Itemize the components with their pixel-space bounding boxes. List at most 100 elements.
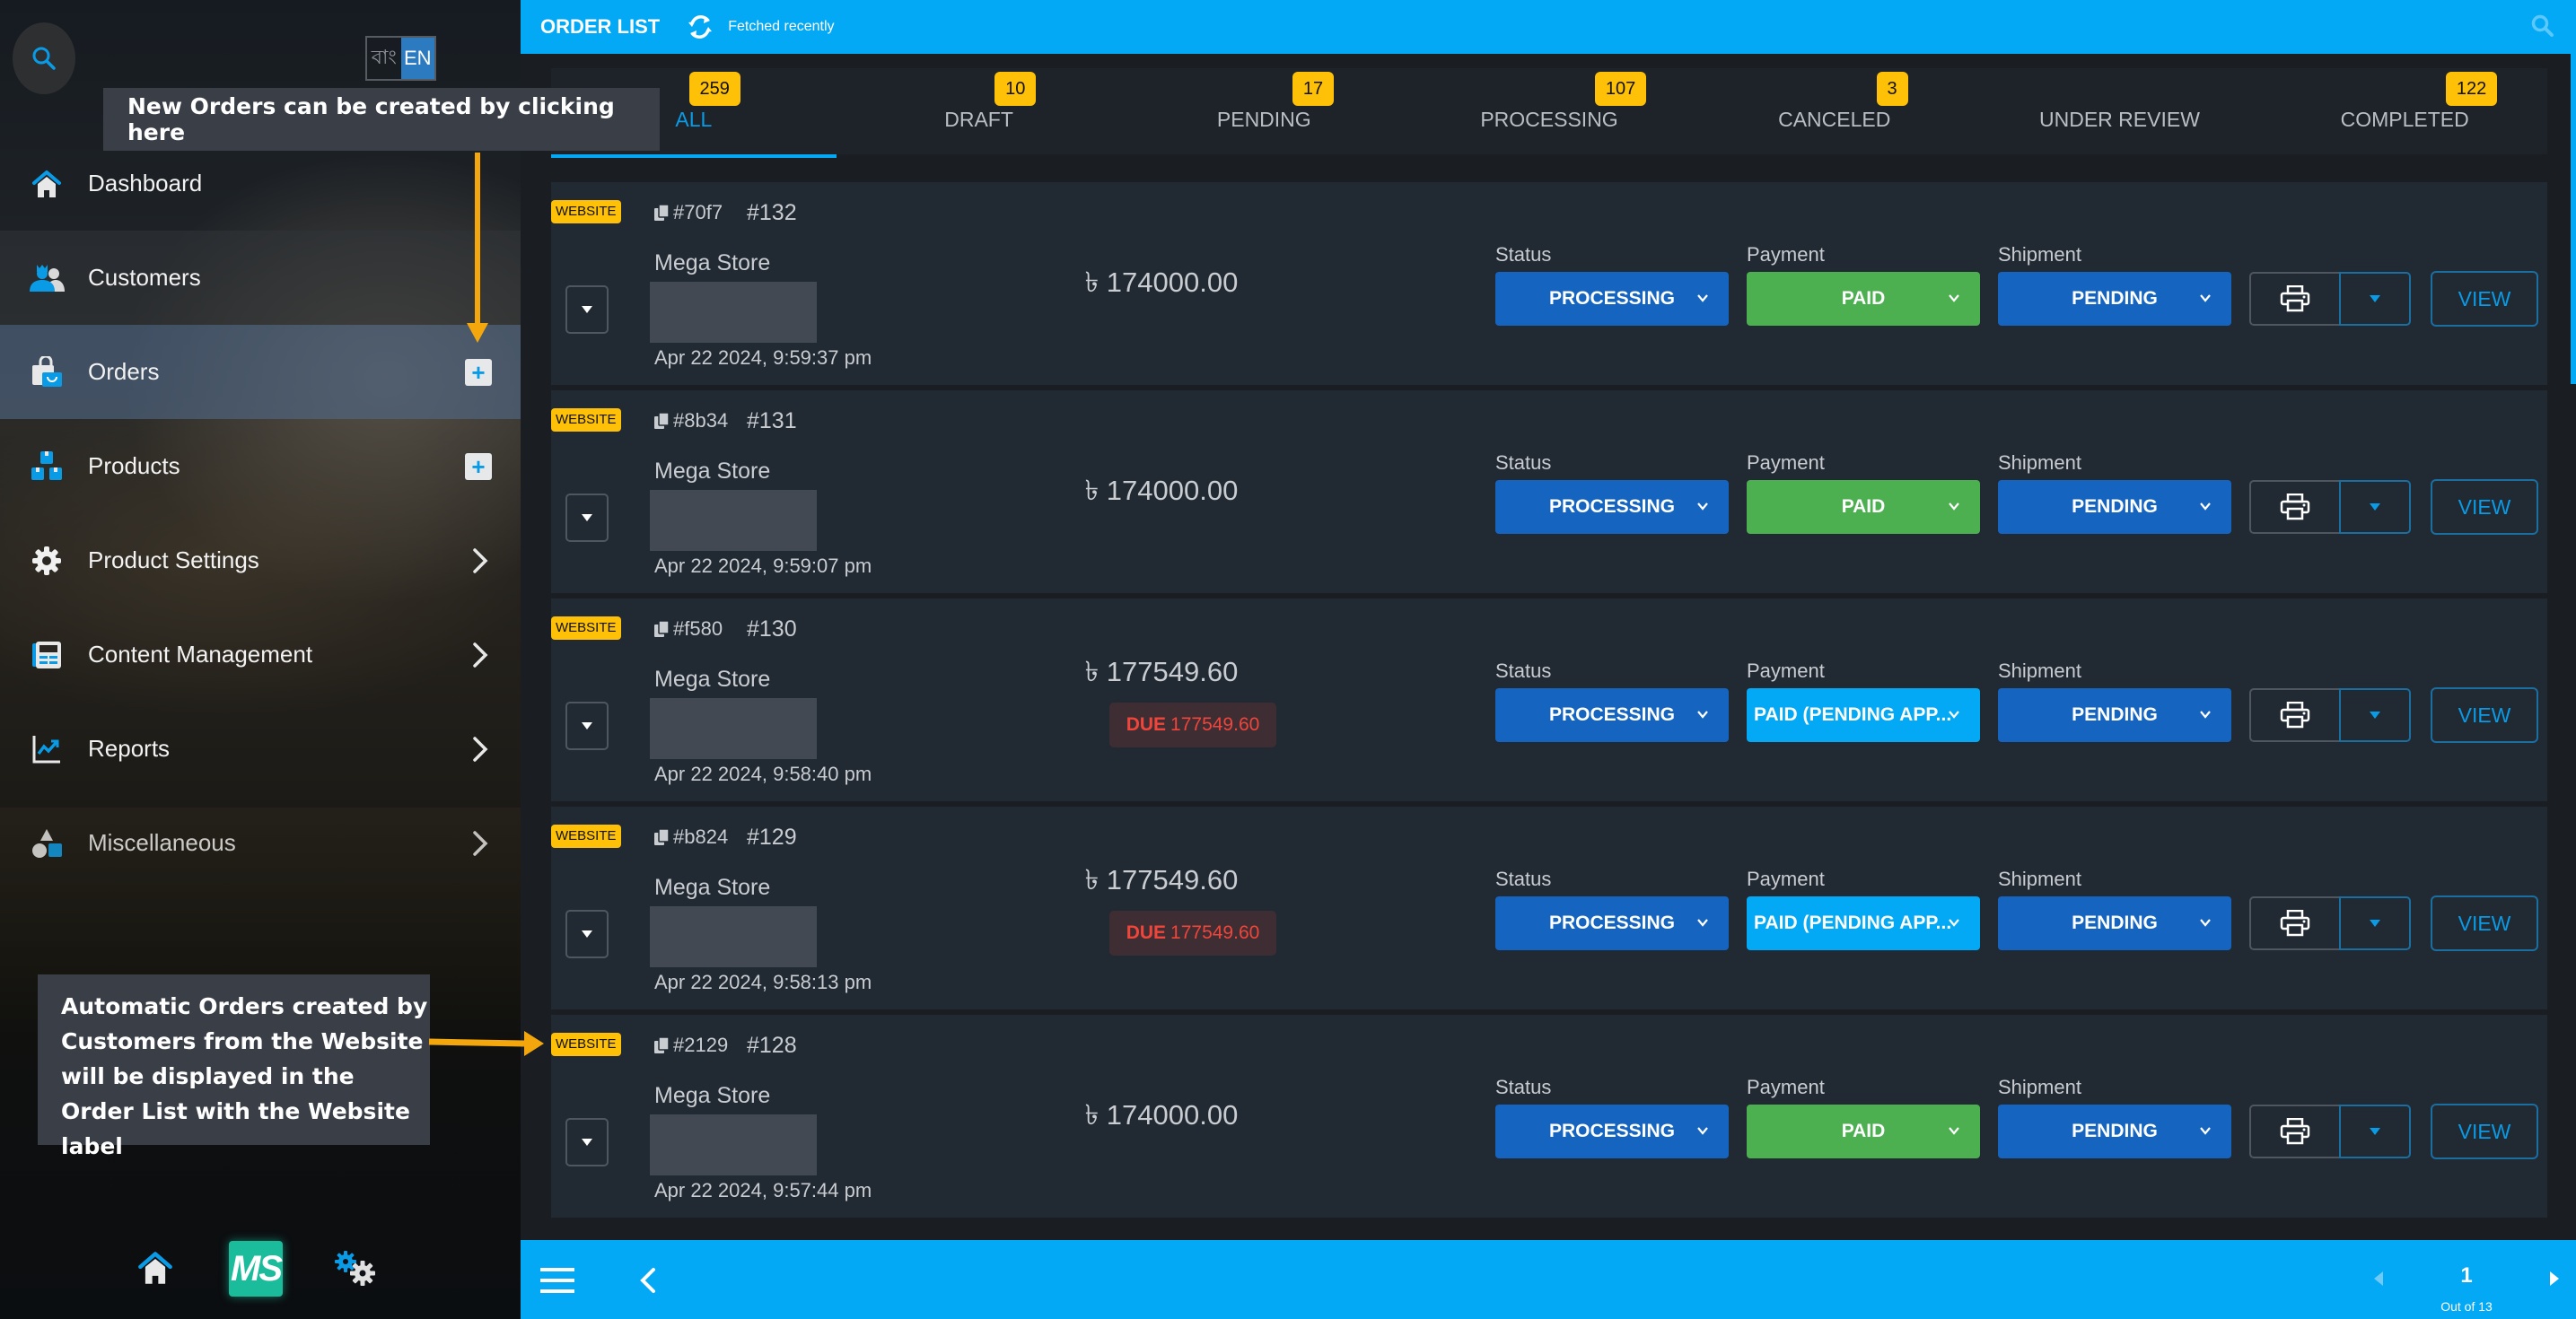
print-button-group [2249,480,2411,534]
language-bn-button[interactable]: বাং [367,38,401,79]
tab-draft[interactable]: DRAFT 10 [837,68,1122,154]
fetch-status: Fetched recently [728,19,835,34]
sidebar-item-reports[interactable]: Reports [0,702,521,796]
chevron-down-icon [1697,294,1708,302]
shipment-label: Shipment [1998,451,2081,474]
next-page-icon[interactable] [2548,1271,2561,1287]
status-select[interactable]: PROCESSING [1495,272,1729,326]
shipment-select[interactable]: PENDING [1998,272,2231,326]
order-number[interactable]: #130 [747,616,797,642]
order-amount-value: 174000.00 [1106,266,1239,298]
copy-icon[interactable] [653,412,671,432]
caret-down-icon [582,514,592,521]
print-button[interactable] [2249,688,2339,742]
search-icon[interactable] [2529,13,2556,39]
payment-select[interactable]: PAID (PENDING APP... [1747,688,1980,742]
back-chevron-icon[interactable] [637,1267,659,1294]
sidebar-item-miscellaneous[interactable]: Miscellaneous [0,796,521,890]
order-number[interactable]: #129 [747,825,797,851]
order-number[interactable]: #128 [747,1033,797,1059]
print-button[interactable] [2249,896,2339,950]
payment-select[interactable]: PAID [1747,1105,1980,1158]
order-amount-value: 174000.00 [1106,475,1239,506]
website-source-badge: WEBSITE [551,200,621,223]
payment-value: PAID (PENDING APP... [1754,704,1952,725]
print-options-button[interactable] [2339,688,2411,742]
status-select[interactable]: PROCESSING [1495,688,1729,742]
print-button[interactable] [2249,480,2339,534]
copy-icon[interactable] [653,1036,671,1056]
add-product-button[interactable]: + [465,452,492,480]
print-options-button[interactable] [2339,272,2411,326]
copy-icon[interactable] [653,620,671,640]
sidebar-item-label: Dashboard [88,170,203,197]
print-button[interactable] [2249,1105,2339,1158]
expand-order-button[interactable] [565,494,609,542]
print-options-button[interactable] [2339,480,2411,534]
refresh-button[interactable] [685,12,715,42]
payment-select[interactable]: PAID (PENDING APP... [1747,896,1980,950]
status-select[interactable]: PROCESSING [1495,1105,1729,1158]
tab-canceled[interactable]: CANCELED 3 [1692,68,1977,154]
sidebar-item-product-settings[interactable]: Product Settings [0,513,521,607]
shipment-select[interactable]: PENDING [1998,480,2231,534]
sidebar-search-button[interactable] [13,22,75,94]
payment-select[interactable]: PAID [1747,272,1980,326]
sidebar-item-orders[interactable]: Orders + [0,325,521,419]
expand-order-button[interactable] [565,910,609,958]
shipment-label: Shipment [1998,868,2081,890]
payment-select[interactable]: PAID [1747,480,1980,534]
print-options-button[interactable] [2339,896,2411,950]
print-button-group [2249,272,2411,326]
view-order-button[interactable]: VIEW [2431,687,2538,743]
tab-under-review[interactable]: UNDER REVIEW [1977,68,2263,154]
view-order-button[interactable]: VIEW [2431,271,2538,327]
chevron-down-icon [1949,919,1959,927]
footer-home-button[interactable] [137,1250,173,1286]
top-bar: ORDER LIST Fetched recently [521,0,2576,54]
chevron-down-icon [2200,919,2211,927]
shipment-select[interactable]: PENDING [1998,896,2231,950]
scrollbar[interactable] [2571,54,2576,384]
order-amount: ৳ 177549.60 [910,859,1413,905]
chevron-down-icon [2200,502,2211,511]
footer-settings-button[interactable] [334,1250,375,1286]
tab-processing[interactable]: PROCESSING 107 [1406,68,1692,154]
status-select[interactable]: PROCESSING [1495,480,1729,534]
sidebar-item-content-management[interactable]: Content Management [0,607,521,702]
tab-count-badge: 122 [2445,72,2498,106]
currency-symbol: ৳ [1084,864,1100,895]
print-button[interactable] [2249,272,2339,326]
status-select[interactable]: PROCESSING [1495,896,1729,950]
tab-pending[interactable]: PENDING 17 [1121,68,1406,154]
add-order-button[interactable]: + [465,358,492,386]
order-amount: ৳ 174000.00 [910,469,1413,516]
menu-icon[interactable] [540,1266,574,1295]
copy-icon[interactable] [653,828,671,848]
expand-order-button[interactable] [565,1118,609,1166]
sidebar-item-products[interactable]: Products + [0,419,521,513]
payment-label: Payment [1747,868,1825,890]
home-icon [29,166,65,202]
language-en-button[interactable]: EN [400,38,434,79]
previous-page-icon[interactable] [2372,1271,2385,1287]
copy-icon[interactable] [653,204,671,223]
sidebar-item-customers[interactable]: Customers [0,231,521,325]
shipment-value: PENDING [2072,496,2158,517]
shipment-value: PENDING [2072,288,2158,309]
order-number[interactable]: #131 [747,408,797,434]
shipment-select[interactable]: PENDING [1998,688,2231,742]
view-order-button[interactable]: VIEW [2431,1104,2538,1159]
shipment-select[interactable]: PENDING [1998,1105,2231,1158]
tab-completed[interactable]: COMPLETED 122 [2262,68,2547,154]
view-order-button[interactable]: VIEW [2431,895,2538,951]
tab-count-badge: 107 [1594,72,1647,106]
view-order-button[interactable]: VIEW [2431,479,2538,535]
order-number[interactable]: #132 [747,200,797,226]
expand-order-button[interactable] [565,285,609,334]
payment-value: PAID [1841,1121,1886,1141]
status-value: PROCESSING [1548,913,1676,933]
ms-logo[interactable]: MS [229,1241,283,1297]
expand-order-button[interactable] [565,702,609,750]
print-options-button[interactable] [2339,1105,2411,1158]
